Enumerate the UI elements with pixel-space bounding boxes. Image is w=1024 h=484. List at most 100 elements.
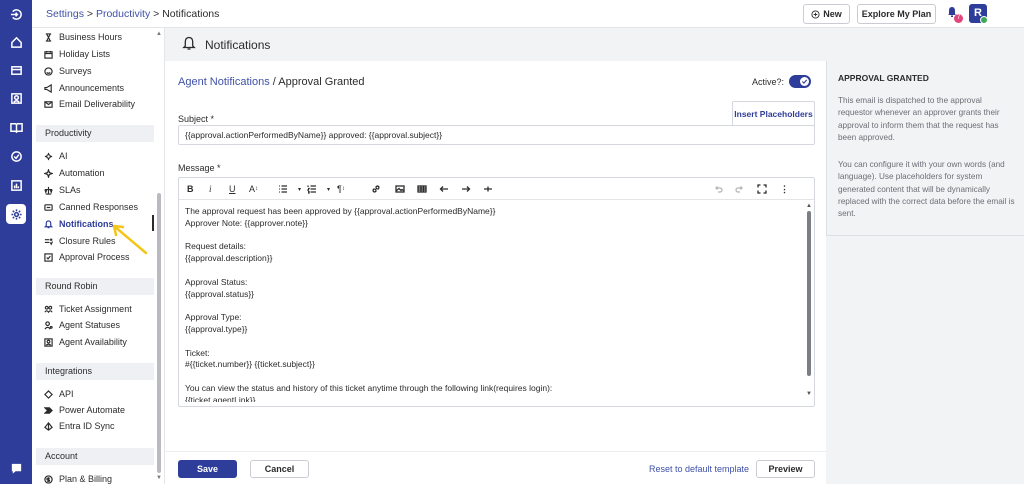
insert-placeholders-button[interactable]: Insert Placeholders <box>732 101 815 127</box>
message-line <box>185 336 800 348</box>
sidebar-item-announcements[interactable]: Announcements <box>44 81 124 95</box>
message-line: {{ticket.agentLink}} <box>185 394 256 402</box>
fullscreen-button[interactable] <box>757 182 767 196</box>
editor-scroll-up-arrow[interactable]: ▲ <box>806 203 812 209</box>
notification-count-badge: 7 <box>954 14 963 23</box>
agent-notifications-link[interactable]: Agent Notifications <box>178 76 270 88</box>
home-icon[interactable] <box>6 32 26 52</box>
sidebar-item-plan-billing[interactable]: Plan & Billing <box>44 472 112 484</box>
bulleted-list-button[interactable] <box>278 182 288 196</box>
contacts-icon[interactable] <box>6 88 26 108</box>
sidebar-item-canned-responses[interactable]: Canned Responses <box>44 200 138 214</box>
redo-button[interactable] <box>735 182 745 196</box>
help-info-panel: APPROVAL GRANTED This email is dispatche… <box>826 61 1024 236</box>
cancel-button[interactable]: Cancel <box>250 460 309 478</box>
sidebar-item-entra-id-sync[interactable]: Entra ID Sync <box>44 419 115 433</box>
preview-button[interactable]: Preview <box>756 460 815 478</box>
tasks-icon[interactable] <box>6 146 26 166</box>
settings-icon[interactable] <box>6 204 26 224</box>
explore-plan-button[interactable]: Explore My Plan <box>857 4 936 24</box>
sidebar-item-slas[interactable]: SLAs <box>44 183 81 197</box>
availability-icon <box>44 337 53 347</box>
sidebar-item-label: Notifications <box>59 219 114 229</box>
message-line: The approval request has been approved b… <box>185 206 496 216</box>
sidebar-item-label: AI <box>59 151 68 161</box>
sidebar-item-api[interactable]: API <box>44 387 74 401</box>
envelope-icon <box>44 100 53 109</box>
sidebar-item-ai[interactable]: AI <box>44 149 68 163</box>
underline-button[interactable]: U <box>229 182 236 196</box>
horizontal-rule-button[interactable] <box>483 182 493 196</box>
bold-button[interactable]: B <box>187 182 194 196</box>
canned-response-icon <box>44 203 53 212</box>
sidebar-item-label: Surveys <box>59 66 92 76</box>
sidebar-scroll-down-arrow[interactable]: ▼ <box>156 475 162 481</box>
more-options-icon[interactable]: ⋮ <box>780 182 789 196</box>
message-line <box>185 371 800 383</box>
sidebar-item-agent-availability[interactable]: Agent Availability <box>44 335 127 349</box>
sidebar-item-email-deliverability[interactable]: Email Deliverability <box>44 97 135 111</box>
sidebar-scroll-up-arrow[interactable]: ▲ <box>156 31 162 37</box>
reset-template-link[interactable]: Reset to default template <box>649 464 749 474</box>
breadcrumb-settings[interactable]: Settings <box>46 8 84 20</box>
sidebar-item-ticket-assignment[interactable]: Ticket Assignment <box>44 302 132 316</box>
notifications-bell-icon[interactable]: 7 <box>946 6 963 23</box>
outdent-button[interactable] <box>439 182 449 196</box>
breadcrumb-current: Notifications <box>162 8 220 20</box>
message-body[interactable]: The approval request has been approved b… <box>185 206 800 402</box>
tickets-icon[interactable] <box>6 60 26 80</box>
logo-icon[interactable] <box>6 4 26 24</box>
sidebar-item-business-hours[interactable]: Business Hours <box>44 30 122 44</box>
indent-button[interactable] <box>461 182 471 196</box>
editor-scroll-down-arrow[interactable]: ▼ <box>806 391 812 397</box>
sidebar-item-agent-statuses[interactable]: Agent Statuses <box>44 318 120 332</box>
sidebar-section-round-robin: Round Robin <box>36 278 154 295</box>
font-size-button[interactable]: A ↕ <box>249 182 258 196</box>
numbered-list-dropdown-icon[interactable]: ▾ <box>327 182 330 196</box>
sidebar-item-label: Holiday Lists <box>59 49 111 59</box>
sidebar-item-label: Business Hours <box>59 32 123 42</box>
reports-icon[interactable] <box>6 175 26 195</box>
page-header: Notifications <box>165 28 1024 61</box>
message-label: Message * <box>178 163 221 173</box>
subject-input[interactable]: {{approval.actionPerformedByName}} appro… <box>178 125 815 145</box>
insert-link-button[interactable] <box>371 182 381 196</box>
sidebar-item-surveys[interactable]: Surveys <box>44 64 92 78</box>
insert-table-button[interactable] <box>417 182 427 196</box>
automation-icon <box>44 168 53 178</box>
new-button[interactable]: New <box>803 4 850 24</box>
list-dropdown-icon[interactable]: ▾ <box>298 182 301 196</box>
italic-button[interactable]: i <box>209 182 212 196</box>
message-line <box>185 265 800 277</box>
message-line: Approval Status: <box>185 276 248 287</box>
sidebar-item-notifications[interactable]: Notifications <box>44 217 114 231</box>
sidebar-item-automation[interactable]: Automation <box>44 166 105 180</box>
sidebar-item-holiday-lists[interactable]: Holiday Lists <box>44 47 110 61</box>
ai-sparkle-icon <box>44 152 53 161</box>
sidebar-item-closure-rules[interactable]: Closure Rules <box>44 234 116 248</box>
save-button[interactable]: Save <box>178 460 237 478</box>
info-title: APPROVAL GRANTED <box>838 73 929 83</box>
smiley-icon <box>44 66 53 76</box>
sidebar-item-power-automate[interactable]: Power Automate <box>44 403 125 417</box>
annotation-arrow-icon <box>112 224 148 255</box>
insert-image-button[interactable] <box>395 182 405 196</box>
active-toggle[interactable] <box>789 75 811 88</box>
message-editor: B i U A ↕ ▾ ▾ ¶ ↕ ⋮ The approval request h… <box>178 177 815 407</box>
sidebar-item-label: Closure Rules <box>59 236 116 246</box>
new-button-label: New <box>823 9 842 19</box>
numbered-list-button[interactable] <box>307 182 317 196</box>
message-line: Approver Note: {{approver.note}} <box>185 217 308 228</box>
settings-sidebar: Business Hours Holiday Lists Surveys Ann… <box>32 28 165 484</box>
message-line: Approval Type: <box>185 312 242 323</box>
sidebar-scrollbar-thumb[interactable] <box>157 193 161 473</box>
message-line: {{approval.description}} <box>185 253 273 264</box>
undo-button[interactable] <box>713 182 723 196</box>
message-line: {{approval.type}} <box>185 323 248 334</box>
knowledge-base-icon[interactable] <box>6 117 26 137</box>
breadcrumb-productivity[interactable]: Productivity <box>96 8 150 20</box>
editor-scrollbar-thumb[interactable] <box>807 211 811 376</box>
subject-label: Subject * <box>178 114 215 124</box>
chat-icon[interactable] <box>6 458 26 478</box>
paragraph-format-button[interactable]: ¶ ↕ <box>337 182 345 196</box>
